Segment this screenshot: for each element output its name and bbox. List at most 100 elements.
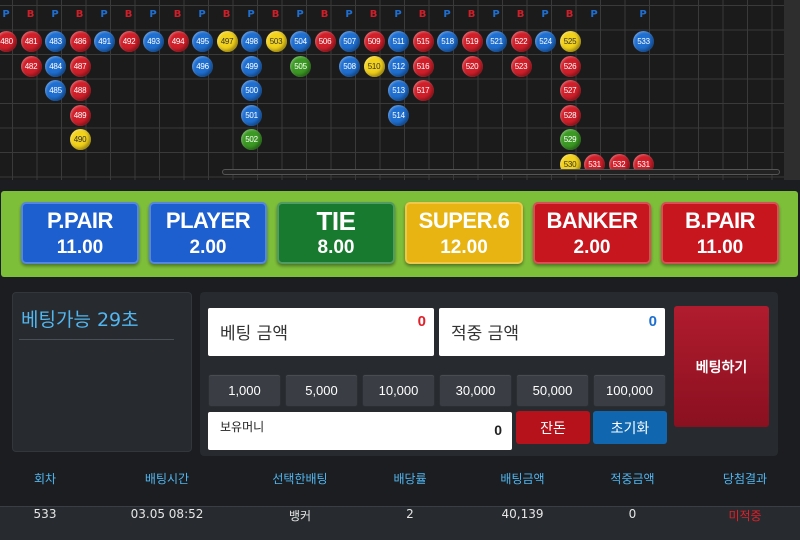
betting-timer-text: 베팅가능 29초 [21,309,139,331]
road-map-header-letter: B [124,9,133,20]
bet-amount-cell: 40,139 [501,507,544,521]
road-map-result-ball: 511 [388,31,409,52]
road-map-header-letter: B [26,9,35,20]
road-map-result-ball: 524 [535,31,556,52]
road-map-result-ball: 521 [486,31,507,52]
road-map-result-ball: 513 [388,80,409,101]
column-header: 당첨결과 [722,472,768,486]
road-map-result-ball: 486 [69,31,91,52]
road-map-header-letter: P [590,9,598,20]
divider [0,180,800,190]
chip-100000-button[interactable]: 100,000 [593,374,666,407]
bet-odds: 8.00 [317,237,355,258]
road-map-result-ball: 518 [437,31,458,52]
road-map-result-ball: 501 [241,104,262,126]
road-map-result-ball: 499 [241,55,262,77]
road-map-result-ball: 506 [314,31,336,52]
column-header: 배팅시간 [144,472,190,486]
bet-amount-field[interactable]: 베팅 금액 0 [208,308,434,356]
road-map-result-ball: 491 [94,31,115,52]
bet-player-pair-button[interactable]: P.PAIR 11.00 [21,202,139,264]
bet-tie-button[interactable]: TIE 8.00 [277,202,395,264]
road-map-result-ball: 510 [363,55,385,77]
road-map-header-letter: B [271,9,280,20]
column-header: 적중금액 [610,472,655,486]
road-map-result-ball: 487 [69,55,91,77]
bet-banker-button[interactable]: BANKER 2.00 [533,202,651,264]
road-map-result-ball: 509 [363,31,385,52]
road-map-result-ball: 481 [20,31,42,52]
betting-control-area: 베팅가능 29초 베팅 금액 0 적중 금액 0 1,000 5,000 10,… [0,280,800,470]
road-map-result-ball: 519 [461,31,483,52]
road-map-result-ball: 500 [241,80,262,101]
road-map-result-ball: 522 [510,31,532,52]
column-header: 배팅금액 [500,472,545,486]
road-map-result-ball: 520 [461,55,483,77]
road-map-result-ball: 527 [559,80,581,101]
road-map-result-ball: 515 [412,31,434,52]
all-in-button[interactable]: 잔돈 [516,411,590,444]
bet-super6-button[interactable]: SUPER.6 12.00 [405,202,523,264]
result-cell: 미적중 [728,509,762,523]
table-header: 회차 배팅시간 선택한배팅 배당률 배팅금액 적중금액 당첨결과 [0,470,800,504]
road-map-result-ball: 508 [339,55,360,77]
bet-name: PLAYER [165,208,251,233]
bet-player-button[interactable]: PLAYER 2.00 [149,202,267,264]
road-map-header-letter: P [639,9,647,20]
road-map-result-ball: 496 [192,55,213,77]
road-map-scrollbar[interactable] [222,169,780,175]
bet-time-cell: 03.05 08:52 [130,507,204,521]
chip-30000-button[interactable]: 30,000 [439,374,512,407]
road-map-result-ball: 494 [167,31,189,52]
road-map-result-ball: 489 [69,104,91,126]
road-map-result-ball: 490 [69,129,91,150]
holding-money-field: 보유머니 0 [208,412,512,450]
road-map-result-ball: 504 [290,31,311,52]
road-map-header-letter: P [100,9,108,20]
bet-form: 베팅 금액 0 적중 금액 0 1,000 5,000 10,000 30,00… [200,292,778,456]
road-map-result-ball: 493 [143,31,164,52]
road-map-header-letter: B [516,9,525,20]
road-map-header-letter: P [51,9,59,20]
road-map-result-ball: 488 [69,80,91,101]
round-cell: 533 [33,507,57,521]
table-row: 533 03.05 08:52 뱅커 2 40,139 0 미적중 [0,506,800,540]
chip-10000-button[interactable]: 10,000 [362,374,435,407]
road-map-result-ball: 502 [241,129,262,150]
road-map-header-letter: B [75,9,84,20]
road-map-result-ball: 503 [265,31,287,52]
bet-name: SUPER.6 [418,208,510,233]
chip-5000-button[interactable]: 5,000 [285,374,358,407]
road-map-result-ball: 492 [118,31,140,52]
road-map-header-letter: P [149,9,157,20]
right-scrollbar[interactable] [784,0,800,180]
column-header: 회차 [33,472,57,486]
reset-button[interactable]: 초기화 [593,411,667,444]
bet-history-table: 회차 배팅시간 선택한배팅 배당률 배팅금액 적중금액 당첨결과 533 03.… [0,470,800,540]
road-map-header-letter: B [418,9,427,20]
betting-timer-panel: 베팅가능 29초 [12,292,192,452]
bet-amount-label: 베팅 금액 [220,324,288,344]
road-map-header-letter: B [320,9,329,20]
win-amount-field[interactable]: 적중 금액 0 [439,308,665,356]
road-map-result-ball: 529 [559,129,581,150]
bet-banker-pair-button[interactable]: B.PAIR 11.00 [661,202,779,264]
road-map-header-letter: B [173,9,182,20]
road-map-result-ball: 505 [290,55,311,77]
place-bet-button[interactable]: 베팅하기 [674,306,769,427]
road-map-header-letter: B [467,9,476,20]
holding-money-label: 보유머니 [220,420,265,434]
road-map-header-letter: B [369,9,378,20]
road-map-result-ball: 482 [20,55,42,77]
road-map-result-ball: 483 [45,31,66,52]
road-map-result-ball: 516 [412,55,434,77]
baccarat-betting-screen: PBPBPBPBPBPBPBPBPBPBPBPBPP 480 481 482 483 4… [0,0,800,540]
road-map-header-letter: P [2,9,10,20]
divider [19,339,174,340]
road-map-header-letter: B [565,9,574,20]
chip-50000-button[interactable]: 50,000 [516,374,589,407]
road-map-result-ball: 533 [633,31,654,52]
selected-bet-cell: 뱅커 [288,509,312,523]
bet-name: TIE [316,206,356,236]
chip-1000-button[interactable]: 1,000 [208,374,281,407]
